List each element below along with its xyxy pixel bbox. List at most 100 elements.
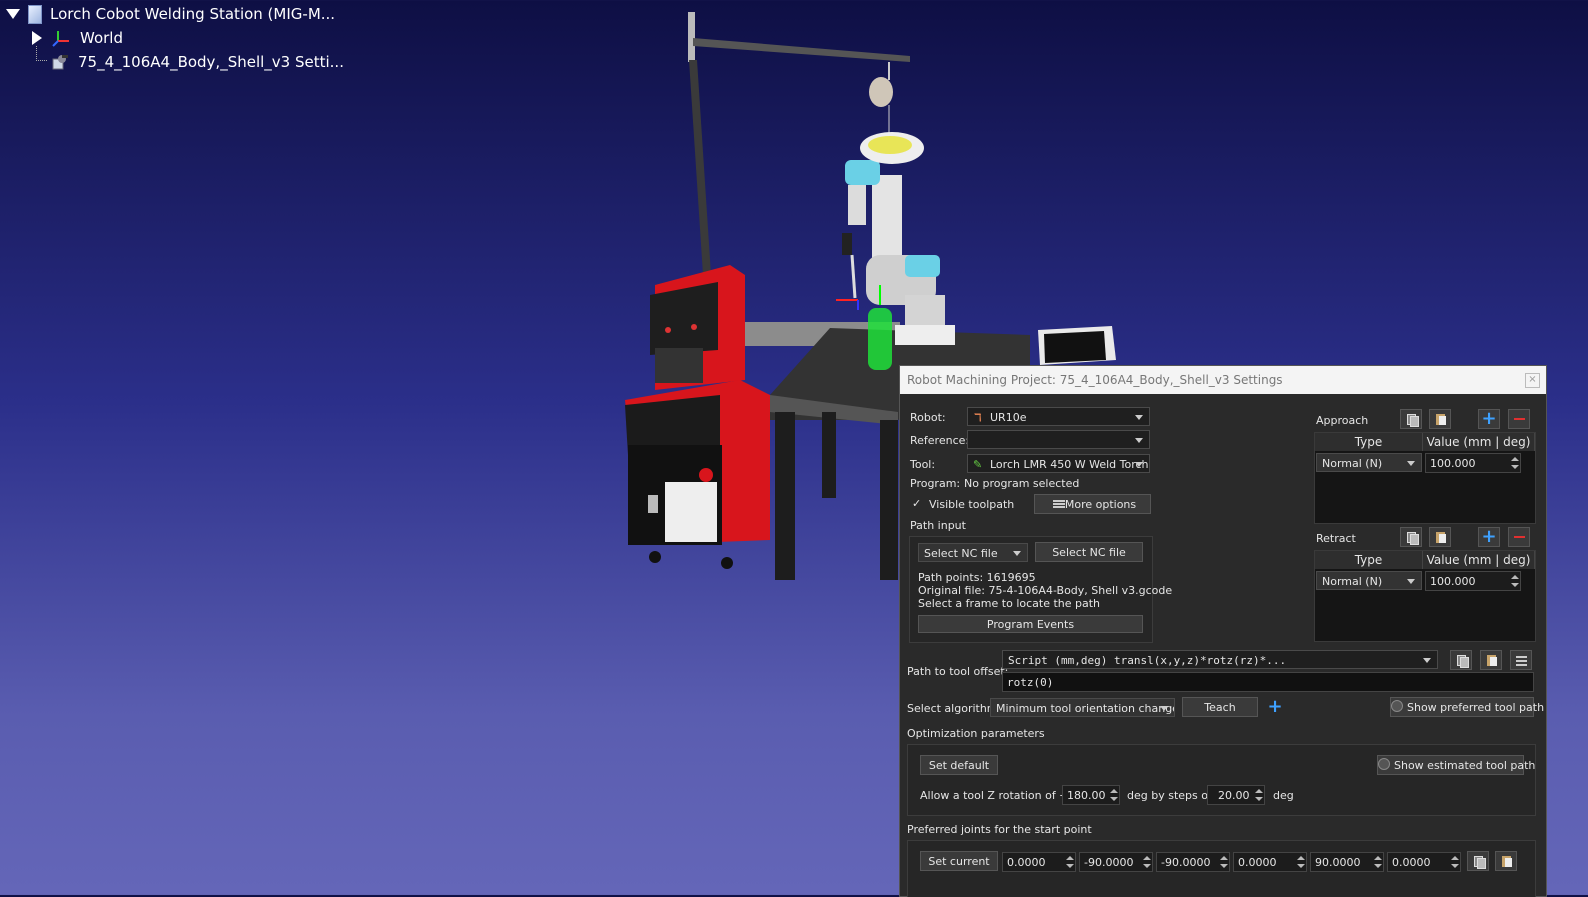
deg-label: deg xyxy=(1273,789,1294,802)
show-estimated-toggle[interactable]: Show estimated tool path xyxy=(1377,755,1535,775)
chevron-down-icon xyxy=(1135,415,1143,420)
tool-select[interactable]: ✎ Lorch LMR 450 W Weld Torch xyxy=(967,454,1150,473)
rotation-spinbox[interactable]: 180.00 xyxy=(1062,785,1120,805)
retract-type-value: Normal (N) xyxy=(1322,575,1383,588)
spin-arrows-icon[interactable] xyxy=(1510,573,1519,589)
menu-icon xyxy=(1053,500,1065,502)
select-nc-button[interactable]: Select NC file xyxy=(1035,542,1143,562)
visible-toolpath-checkbox[interactable]: ✓ xyxy=(912,497,924,510)
select-algorithm-label: Select algorithm: xyxy=(907,702,1002,715)
joints-copy-icon[interactable] xyxy=(1467,851,1489,871)
offset-copy-icon[interactable] xyxy=(1450,650,1472,670)
approach-type-value: Normal (N) xyxy=(1322,457,1383,470)
spin-arrows-icon[interactable] xyxy=(1450,854,1459,870)
path-offset-combo-value: Script (mm,deg) transl(x,y,z)*rotz(rz)*.… xyxy=(1008,654,1287,667)
original-file-text: Original file: 75-4-106A4-Body, Shell v3… xyxy=(918,584,1173,597)
close-button[interactable]: × xyxy=(1525,373,1540,388)
preferred-joints-title: Preferred joints for the start point xyxy=(907,823,1092,836)
expand-arrow-icon[interactable] xyxy=(32,31,42,45)
retract-value: 100.000 xyxy=(1430,575,1476,588)
joint-4-spinbox[interactable]: 0.0000 xyxy=(1233,852,1307,872)
robot-label: Robot: xyxy=(910,411,946,424)
chevron-down-icon xyxy=(1160,706,1168,711)
approach-type-select[interactable]: Normal (N) xyxy=(1316,453,1422,472)
retract-paste-icon[interactable] xyxy=(1429,527,1451,547)
joint-3-spinbox[interactable]: -90.0000 xyxy=(1156,852,1230,872)
station-tree: Lorch Cobot Welding Station (MIG-M... Wo… xyxy=(6,2,344,74)
spin-arrows-icon[interactable] xyxy=(1142,854,1151,870)
reference-select[interactable] xyxy=(967,430,1150,449)
radio-icon xyxy=(1391,700,1403,712)
approach-type-header: Type xyxy=(1315,433,1423,451)
joint-6-spinbox[interactable]: 0.0000 xyxy=(1387,852,1461,872)
approach-value-spinbox[interactable]: 100.000 xyxy=(1425,453,1521,473)
select-nc-combo[interactable]: Select NC file xyxy=(918,543,1028,562)
set-default-button[interactable]: Set default xyxy=(920,755,998,775)
spin-arrows-icon[interactable] xyxy=(1109,787,1118,803)
machining-project-icon xyxy=(52,55,68,70)
retract-label: Retract xyxy=(1316,532,1356,545)
retract-value-header: Value (mm | deg) xyxy=(1423,551,1535,569)
show-preferred-label: Show preferred tool path xyxy=(1407,701,1545,714)
teach-button[interactable]: Teach xyxy=(1182,697,1258,717)
retract-value-spinbox[interactable]: 100.000 xyxy=(1425,571,1521,591)
algorithm-value: Minimum tool orientation change xyxy=(996,702,1175,715)
approach-value-header: Value (mm | deg) xyxy=(1423,433,1535,451)
show-estimated-label: Show estimated tool path xyxy=(1394,759,1536,772)
program-events-button[interactable]: Program Events xyxy=(918,615,1143,633)
set-current-button[interactable]: Set current xyxy=(920,851,998,871)
path-offset-select[interactable]: Script (mm,deg) transl(x,y,z)*rotz(rz)*.… xyxy=(1002,650,1438,669)
select-frame-text: Select a frame to locate the path xyxy=(918,597,1101,610)
robot-select[interactable]: ℸ UR10e xyxy=(967,407,1150,426)
tree-item-world[interactable]: World xyxy=(6,26,344,50)
add-algorithm-icon[interactable]: + xyxy=(1266,698,1284,716)
approach-paste-icon[interactable] xyxy=(1429,409,1451,429)
spin-arrows-icon[interactable] xyxy=(1254,787,1263,803)
preferred-joints-group: Set current 0.0000 -90.0000 -90.0000 0.0… xyxy=(907,840,1536,897)
world-frame-icon xyxy=(52,31,69,47)
joint-2-value: -90.0000 xyxy=(1084,856,1134,869)
retract-add-icon[interactable]: + xyxy=(1478,527,1500,547)
tree-item-station[interactable]: Lorch Cobot Welding Station (MIG-M... xyxy=(6,2,344,26)
joint-1-spinbox[interactable]: 0.0000 xyxy=(1002,852,1076,872)
more-options-button[interactable]: More options xyxy=(1034,494,1151,514)
project-label: 75_4_106A4_Body,_Shell_v3 Setti... xyxy=(78,53,344,71)
radio-icon xyxy=(1378,758,1390,770)
chevron-down-icon xyxy=(1013,551,1021,556)
reference-label: Reference: xyxy=(910,434,970,447)
retract-remove-icon[interactable] xyxy=(1508,527,1530,547)
joint-5-spinbox[interactable]: 90.0000 xyxy=(1310,852,1384,872)
algorithm-select[interactable]: Minimum tool orientation change xyxy=(990,698,1175,717)
retract-type-select[interactable]: Normal (N) xyxy=(1316,571,1422,590)
panel-title-bar[interactable]: Robot Machining Project: 75_4_106A4_Body… xyxy=(900,366,1546,394)
offset-menu-icon[interactable] xyxy=(1510,650,1532,670)
rotation-value: 180.00 xyxy=(1067,789,1106,802)
spin-arrows-icon[interactable] xyxy=(1510,455,1519,471)
station-document-icon xyxy=(28,4,42,24)
panel-title: Robot Machining Project: 75_4_106A4_Body… xyxy=(907,373,1283,387)
teach-pendant xyxy=(1038,326,1116,365)
retract-copy-icon[interactable] xyxy=(1400,527,1422,547)
spin-arrows-icon[interactable] xyxy=(1065,854,1074,870)
joint-2-spinbox[interactable]: -90.0000 xyxy=(1079,852,1153,872)
show-preferred-toggle[interactable]: Show preferred tool path xyxy=(1390,697,1544,717)
path-offset-input[interactable]: rotz(0) xyxy=(1002,672,1534,692)
approach-copy-icon[interactable] xyxy=(1400,409,1422,429)
spin-arrows-icon[interactable] xyxy=(1219,854,1228,870)
joint-1-value: 0.0000 xyxy=(1007,856,1046,869)
spin-arrows-icon[interactable] xyxy=(1373,854,1382,870)
collapse-arrow-icon[interactable] xyxy=(6,9,20,19)
approach-add-icon[interactable]: + xyxy=(1478,409,1500,429)
spin-arrows-icon[interactable] xyxy=(1296,854,1305,870)
world-label: World xyxy=(80,29,123,47)
retract-type-header: Type xyxy=(1315,551,1423,569)
steps-value: 20.00 xyxy=(1218,789,1250,802)
path-offset-label: Path to tool offset: xyxy=(907,665,1009,678)
steps-spinbox[interactable]: 20.00 xyxy=(1207,785,1265,805)
tree-item-project[interactable]: 75_4_106A4_Body,_Shell_v3 Setti... xyxy=(6,46,344,74)
program-value: No program selected xyxy=(964,477,1080,490)
approach-remove-icon[interactable] xyxy=(1508,409,1530,429)
offset-paste-icon[interactable] xyxy=(1480,650,1502,670)
robot-value: UR10e xyxy=(990,411,1027,424)
joints-paste-icon[interactable] xyxy=(1495,851,1517,871)
